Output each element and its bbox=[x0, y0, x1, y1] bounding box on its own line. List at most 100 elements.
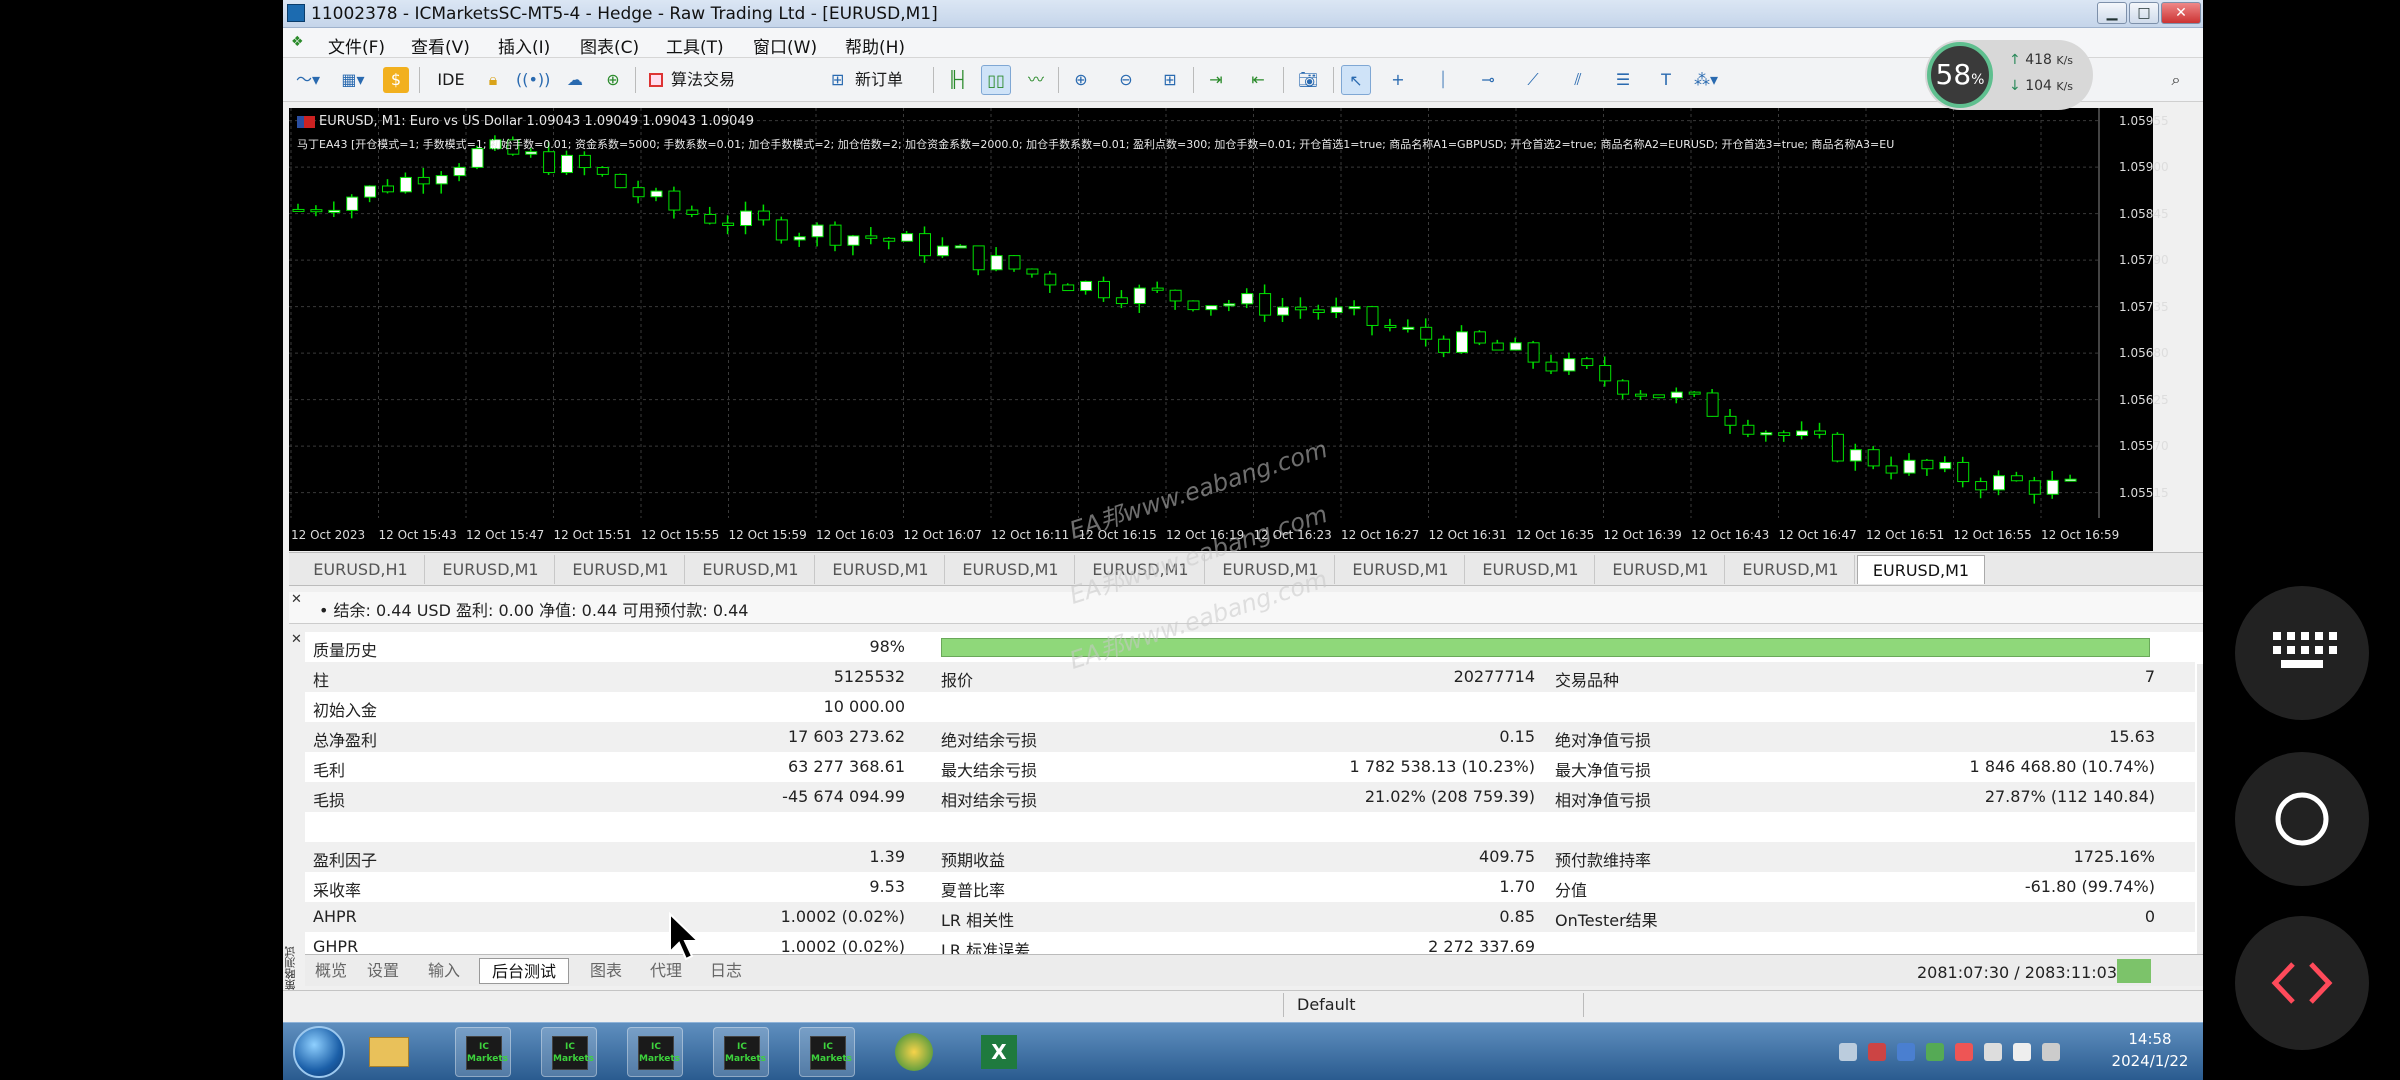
chart-tab[interactable]: EURUSD,M1 bbox=[1597, 555, 1725, 584]
result-row: 总净盈利 17 603 273.62 绝对结余亏损 0.15 绝对净值亏损 15.63 bbox=[305, 722, 2195, 752]
crosshair-icon[interactable]: + bbox=[1383, 65, 1413, 95]
tab-backtest[interactable]: 后台测试 bbox=[479, 958, 570, 984]
candlestick-icon[interactable]: ▯▯ bbox=[981, 65, 1011, 95]
result-label: 绝对净值亏损 bbox=[1555, 731, 1652, 750]
tray-keyboard-icon[interactable] bbox=[1839, 1043, 1857, 1061]
close-toolbox-icon[interactable]: ✕ bbox=[291, 592, 302, 607]
text-tool-icon[interactable]: T bbox=[1651, 65, 1681, 95]
candle-body bbox=[1957, 461, 1970, 483]
menu-file[interactable]: 文件(F) bbox=[328, 33, 385, 58]
chart-tab[interactable]: EURUSD,H1 bbox=[297, 555, 425, 584]
start-button-icon[interactable] bbox=[293, 1026, 345, 1078]
taskbar-mt5-2[interactable]: IC Markets bbox=[541, 1027, 597, 1077]
fibonacci-icon[interactable]: ☰ bbox=[1608, 65, 1638, 95]
chart-shift-icon[interactable]: ⇤ bbox=[1243, 65, 1273, 95]
new-chart-icon[interactable]: 〜▾ bbox=[293, 65, 323, 95]
shapes-icon[interactable]: ⁂▾ bbox=[1691, 65, 1721, 95]
tab-inputs[interactable]: 输入 bbox=[428, 958, 460, 984]
screenshot-icon[interactable]: 📷︎ bbox=[1293, 65, 1323, 95]
chart-tab[interactable]: EURUSD,M1 bbox=[557, 555, 685, 584]
result-label: 毛利 bbox=[313, 761, 346, 780]
tray-monitor-icon[interactable] bbox=[1984, 1043, 2002, 1061]
keyboard-button[interactable] bbox=[2235, 586, 2369, 720]
trendline-icon[interactable]: ⟋ bbox=[1518, 65, 1548, 95]
dollar-icon[interactable]: $ bbox=[383, 67, 409, 93]
window-title-bar[interactable]: 11002378 - ICMarketsSC-MT5-4 - Hedge - R… bbox=[283, 0, 2203, 28]
channel-icon[interactable]: ⫽ bbox=[1563, 65, 1593, 95]
search-icon[interactable]: ⌕ bbox=[2161, 65, 2191, 95]
menu-insert[interactable]: 插入(I) bbox=[498, 33, 550, 58]
taskbar-mt5-1[interactable]: IC Markets bbox=[455, 1027, 511, 1077]
excel-icon[interactable]: X bbox=[971, 1027, 1027, 1077]
results-scrollbar[interactable] bbox=[2197, 664, 2203, 954]
autoscroll-icon[interactable]: ⇥ bbox=[1201, 65, 1231, 95]
chart-tab[interactable]: EURUSD,M1 bbox=[1467, 555, 1595, 584]
chart-tab[interactable]: EURUSD,M1 bbox=[427, 555, 555, 584]
candle-body bbox=[1473, 331, 1486, 344]
tray-network-icon[interactable] bbox=[1868, 1043, 1886, 1061]
tray-volume-icon[interactable] bbox=[2042, 1043, 2060, 1061]
taskbar-mt5-5[interactable]: IC Markets bbox=[799, 1027, 855, 1077]
vertical-line-icon[interactable]: ⏐ bbox=[1428, 65, 1458, 95]
taskbar-mt5-3[interactable]: IC Markets bbox=[627, 1027, 683, 1077]
new-order-button[interactable]: ⊞ 新订单 bbox=[825, 65, 903, 95]
algo-stop-icon bbox=[649, 73, 663, 87]
chart-tab[interactable]: EURUSD,M1 bbox=[1727, 555, 1855, 584]
bar-chart-icon[interactable]: ╟┤ bbox=[943, 65, 973, 95]
result-label: OnTester结果 bbox=[1555, 911, 1658, 930]
chart-tab[interactable]: EURUSD,M1 bbox=[687, 555, 815, 584]
result-label: 最大结余亏损 bbox=[941, 761, 1038, 780]
menu-window[interactable]: 窗口(W) bbox=[753, 33, 817, 58]
chart-tab[interactable]: EURUSD,M1 bbox=[1337, 555, 1465, 584]
tray-nvidia-icon[interactable] bbox=[1926, 1043, 1944, 1061]
result-value: 1.70 bbox=[1499, 877, 1535, 896]
tray-app-icon[interactable] bbox=[1955, 1043, 1973, 1061]
algo-trading-button[interactable]: 算法交易 bbox=[643, 65, 735, 95]
horizontal-line-icon[interactable]: ⊸ bbox=[1473, 65, 1503, 95]
market-icon[interactable]: ⊕ bbox=[598, 65, 628, 95]
x-tick-label: 12 Oct 16:31 bbox=[1428, 528, 1507, 542]
candle-body bbox=[1133, 287, 1146, 305]
chart-tab[interactable]: EURUSD,M1 bbox=[1857, 555, 1985, 584]
profiles-icon[interactable]: ▦▾ bbox=[338, 65, 368, 95]
explorer-icon[interactable] bbox=[361, 1027, 417, 1077]
close-button[interactable]: ✕ bbox=[2161, 2, 2201, 24]
home-button[interactable] bbox=[2235, 752, 2369, 886]
tile-windows-icon[interactable]: ⊞ bbox=[1155, 65, 1185, 95]
candle-body bbox=[1724, 415, 1737, 426]
candle-body bbox=[1438, 338, 1451, 353]
maximize-button[interactable]: □ bbox=[2129, 2, 2159, 24]
cursor-tool-icon[interactable]: ↖ bbox=[1341, 65, 1371, 95]
menu-tools[interactable]: 工具(T) bbox=[666, 33, 724, 58]
close-tester-icon[interactable]: ✕ bbox=[291, 632, 302, 647]
metaeditor-icon[interactable] bbox=[885, 1027, 941, 1077]
menu-view[interactable]: 查看(V) bbox=[411, 33, 470, 58]
tray-shield-icon[interactable] bbox=[1897, 1043, 1915, 1061]
tray-display-icon[interactable] bbox=[2013, 1043, 2031, 1061]
tab-graph[interactable]: 图表 bbox=[590, 958, 622, 984]
tab-journal[interactable]: 日志 bbox=[710, 958, 742, 984]
candle-body bbox=[399, 176, 412, 193]
menu-charts[interactable]: 图表(C) bbox=[580, 33, 639, 58]
cloud-icon[interactable]: ☁ bbox=[560, 65, 590, 95]
minimize-button[interactable]: ▁ bbox=[2097, 2, 2127, 24]
menu-help[interactable]: 帮助(H) bbox=[845, 33, 905, 58]
taskbar-clock[interactable]: 14:58 2024/1/22 bbox=[2105, 1028, 2195, 1072]
chart-tab[interactable]: EURUSD,M1 bbox=[817, 555, 945, 584]
ide-button[interactable]: IDE bbox=[428, 65, 474, 95]
tab-overview[interactable]: 概览 bbox=[315, 958, 347, 984]
result-label: GHPR bbox=[313, 937, 359, 954]
taskbar-mt5-4[interactable]: IC Markets bbox=[713, 1027, 769, 1077]
lock-icon[interactable]: 🔒︎ bbox=[478, 65, 508, 95]
tab-settings[interactable]: 设置 bbox=[367, 958, 399, 984]
chart-tab[interactable]: EURUSD,M1 bbox=[947, 555, 1075, 584]
result-label: 采收率 bbox=[313, 881, 362, 900]
signals-icon[interactable]: ((•)) bbox=[516, 65, 550, 95]
code-toggle-button[interactable] bbox=[2235, 916, 2369, 1050]
zoom-out-icon[interactable]: ⊖ bbox=[1111, 65, 1141, 95]
line-chart-icon[interactable]: 〰 bbox=[1021, 65, 1051, 95]
start-button[interactable] bbox=[2117, 959, 2151, 983]
zoom-in-icon[interactable]: ⊕ bbox=[1066, 65, 1096, 95]
result-label: 分值 bbox=[1555, 881, 1588, 900]
download-speed: ↓ 104 K/s bbox=[2009, 78, 2074, 94]
